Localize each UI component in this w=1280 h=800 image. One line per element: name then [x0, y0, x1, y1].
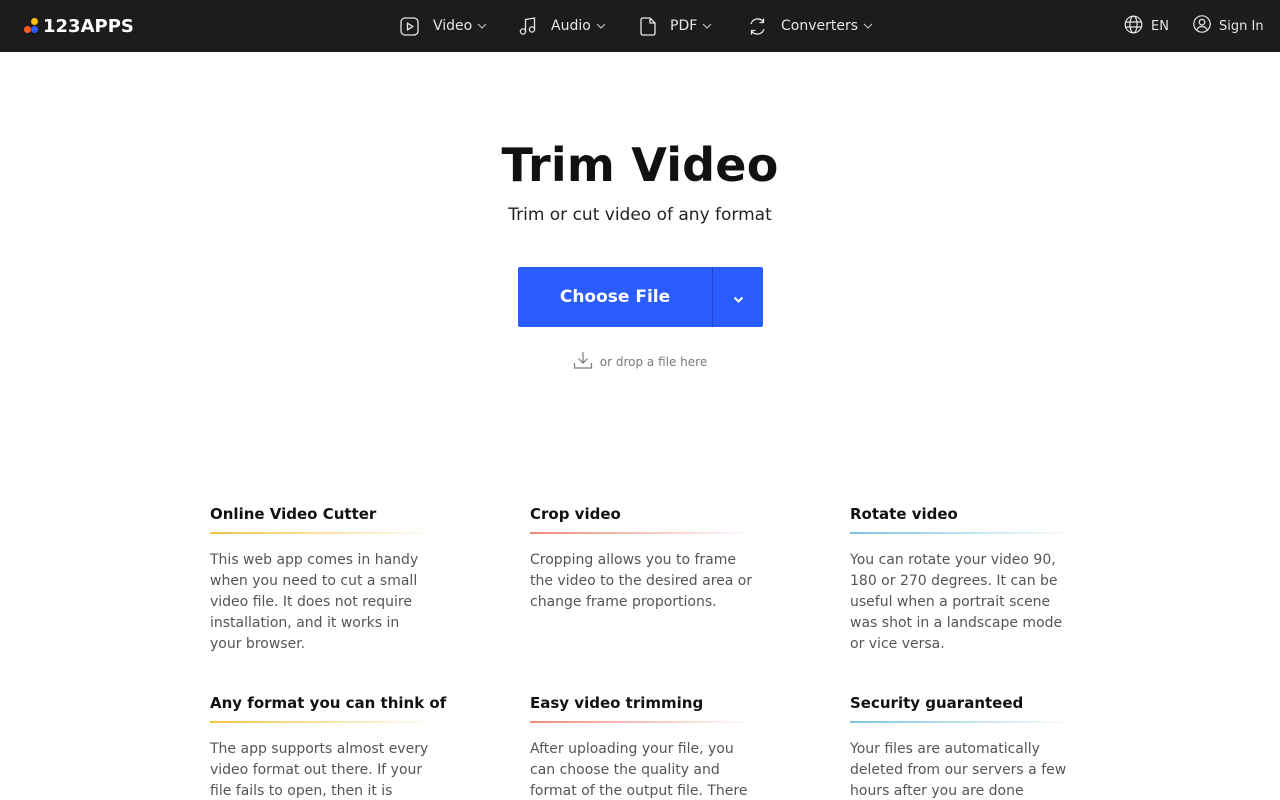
feature-title: Easy video trimming	[530, 694, 704, 712]
play-icon	[400, 16, 419, 36]
feature-title: Rotate video	[850, 505, 958, 523]
user-icon	[1193, 15, 1211, 37]
language-selector[interactable]: EN	[1124, 0, 1169, 52]
choose-file-dropdown-button[interactable]	[713, 267, 763, 327]
sign-in-button[interactable]: Sign In	[1193, 0, 1264, 52]
document-icon	[640, 16, 656, 36]
language-label: EN	[1151, 18, 1169, 34]
nav-label-video: Video	[433, 18, 473, 34]
nav-item-audio[interactable]: Audio	[519, 0, 606, 52]
feature-any-format: Any format you can think of The app supp…	[210, 693, 447, 800]
feature-underline	[850, 532, 1065, 534]
feature-text: Your files are automatically deleted fro…	[850, 741, 1067, 799]
nav-label-converters: Converters	[781, 18, 859, 34]
feature-crop-video: Crop video Cropping allows you to frame …	[530, 504, 760, 613]
chevron-down-icon	[733, 288, 744, 307]
feature-title: Online Video Cutter	[210, 505, 377, 523]
feature-underline	[210, 721, 425, 723]
feature-underline	[530, 721, 745, 723]
nav-label-pdf: PDF	[670, 18, 698, 34]
globe-icon	[1124, 15, 1143, 38]
feature-title: Security guaranteed	[850, 694, 1024, 712]
nav-item-converters[interactable]: Converters	[748, 0, 873, 52]
top-bar: 123APPS Video Audio PDF Converters EN Si…	[0, 0, 1280, 52]
feature-text: After uploading your file, you can choos…	[530, 741, 748, 799]
brand-logo[interactable]: 123APPS	[24, 15, 134, 37]
feature-security: Security guaranteed Your files are autom…	[850, 693, 1080, 800]
brand-name: 123APPS	[43, 15, 134, 37]
drop-zone-hint: or drop a file here	[0, 350, 1280, 373]
chevron-down-icon	[863, 23, 873, 29]
chevron-down-icon	[596, 23, 606, 29]
logo-dots-icon	[24, 17, 42, 35]
choose-file-button[interactable]: Choose File	[518, 267, 712, 327]
feature-text: Cropping allows you to frame the video t…	[530, 552, 753, 610]
nav-label-audio: Audio	[551, 18, 591, 34]
page-subtitle: Trim or cut video of any format	[508, 205, 772, 225]
chevron-down-icon	[477, 23, 487, 29]
feature-text: This web app comes in handy when you nee…	[210, 552, 419, 652]
drop-hint-text: or drop a file here	[599, 354, 708, 369]
convert-icon	[748, 17, 767, 36]
download-icon	[573, 350, 593, 373]
feature-online-video-cutter: Online Video Cutter This web app comes i…	[210, 504, 440, 655]
nav-item-video[interactable]: Video	[400, 0, 487, 52]
feature-rotate-video: Rotate video You can rotate your video 9…	[850, 504, 1080, 655]
page-title: Trim Video	[501, 138, 779, 192]
feature-underline	[530, 532, 745, 534]
feature-easy-trimming: Easy video trimming After uploading your…	[530, 693, 760, 800]
feature-text: The app supports almost every video form…	[210, 741, 429, 799]
feature-title: Any format you can think of	[210, 694, 447, 712]
feature-underline	[850, 721, 1065, 723]
feature-text: You can rotate your video 90, 180 or 270…	[850, 552, 1063, 652]
nav-item-pdf[interactable]: PDF	[640, 0, 712, 52]
feature-underline	[210, 532, 425, 534]
feature-title: Crop video	[530, 505, 621, 523]
chevron-down-icon	[702, 23, 712, 29]
sign-in-label: Sign In	[1219, 18, 1264, 34]
music-note-icon	[519, 16, 537, 36]
choose-file-control: Choose File	[518, 267, 763, 327]
